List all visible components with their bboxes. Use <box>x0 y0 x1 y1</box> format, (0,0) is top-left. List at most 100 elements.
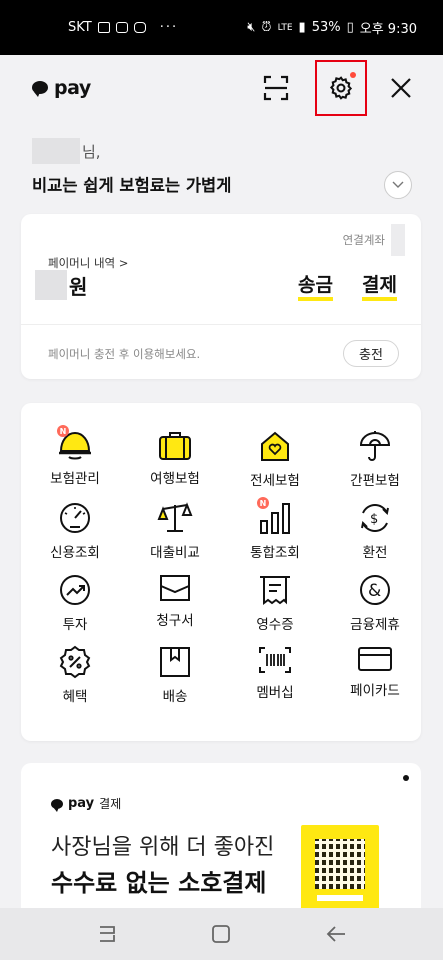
menu-item-loan-compare[interactable]: 대출비교 <box>125 475 225 561</box>
new-badge: N <box>257 497 269 509</box>
home-button[interactable] <box>201 914 241 954</box>
menu-item-credit-check[interactable]: 신용조회 <box>25 475 125 561</box>
kakaopay-logo: pay <box>32 77 91 99</box>
trend-up-icon <box>55 573 95 607</box>
qr-code-icon <box>315 839 365 889</box>
gear-icon <box>329 75 353 100</box>
instagram-icon <box>133 22 146 33</box>
discount-badge-icon <box>55 645 95 679</box>
card-icon <box>355 645 395 673</box>
expand-button[interactable] <box>384 171 412 199</box>
gauge-icon <box>55 501 95 535</box>
app-header: pay <box>0 55 443 120</box>
more-notifications-icon: ··· <box>159 20 179 35</box>
pay-money-history-link[interactable]: 페이머니 내역 > <box>48 255 128 271</box>
menu-item-insurance-management[interactable]: N 보험관리 <box>25 403 125 487</box>
menu-item-invest[interactable]: 투자 <box>25 547 125 633</box>
umbrella-icon <box>355 429 395 463</box>
speech-bubble-icon <box>32 81 48 97</box>
promo-title: 수수료 없는 소호결제 <box>51 869 267 897</box>
menu-item-jeonse-insurance[interactable]: 전세보험 <box>225 403 325 489</box>
app-icon <box>115 22 128 33</box>
helmet-icon: N <box>55 425 95 461</box>
recent-apps-icon <box>100 926 116 942</box>
settings-button[interactable] <box>315 59 367 116</box>
carrier-label: SKT <box>68 20 92 35</box>
menu-label: 멤버십 <box>256 685 294 701</box>
recent-apps-button[interactable] <box>87 914 127 954</box>
redacted-balance <box>35 270 67 300</box>
menu-item-travel-insurance[interactable]: 여행보험 <box>125 403 225 487</box>
suitcase-icon <box>155 429 195 461</box>
logo-text: pay <box>54 76 91 99</box>
menu-item-benefits[interactable]: 혜택 <box>25 619 125 705</box>
close-icon <box>391 77 411 98</box>
service-menu-card: N 보험관리 여행보험 전세보험 간편보험 신용조회 대출비교 N 통합조회 $… <box>21 403 421 741</box>
back-arrow-icon <box>326 926 345 942</box>
currency-exchange-icon: $ <box>355 501 395 535</box>
menu-item-integrated-view[interactable]: N 통합조회 <box>225 475 325 561</box>
menu-item-currency-exchange[interactable]: $ 환전 <box>325 475 425 561</box>
promo-subtitle: 사장님을 위해 더 좋아진 <box>51 835 275 860</box>
promo-brand: pay 결제 <box>51 795 121 812</box>
chevron-down-icon <box>392 181 404 188</box>
redacted-user-name <box>32 138 80 164</box>
qr-stand-image <box>301 825 379 915</box>
menu-item-bills[interactable]: 청구서 <box>125 547 225 629</box>
box-icon <box>155 645 195 679</box>
svg-text:&: & <box>368 581 381 601</box>
signal-icon: ▮ <box>298 20 306 35</box>
balance: 원 <box>35 270 87 300</box>
scan-button[interactable] <box>251 65 301 111</box>
redacted-account <box>391 224 405 256</box>
greeting-title: 비교는 쉽게 보험료는 가볍게 <box>32 176 232 195</box>
send-button[interactable]: 송금 <box>298 276 333 301</box>
status-bar: SKT ··· 🔇︎ ⏰︎ LTE ▮ 53% ▯ 오후 9:30 <box>0 0 443 55</box>
speech-bubble-icon <box>51 798 63 812</box>
pay-money-card: 연결계좌 페이머니 내역 > 원 송금 결제 페이머니 충전 후 이용해보세요.… <box>21 214 421 379</box>
back-button[interactable] <box>316 914 356 954</box>
menu-item-financial-partners[interactable]: & 금융제휴 <box>325 547 425 633</box>
pay-button[interactable]: 결제 <box>362 276 397 301</box>
currency-unit: 원 <box>69 274 88 299</box>
alarm-icon: ⏰︎ <box>261 20 272 35</box>
menu-label: 페이카드 <box>350 683 400 699</box>
house-heart-icon <box>255 429 295 463</box>
ampersand-icon: & <box>355 573 395 607</box>
greeting-suffix: 님, <box>82 142 101 161</box>
linked-account-label[interactable]: 연결계좌 <box>343 232 385 248</box>
promo-brand-sub: 결제 <box>99 797 122 811</box>
qr-caption-strip <box>317 895 363 901</box>
envelope-icon <box>155 573 195 603</box>
promo-brand-name: pay <box>68 796 95 811</box>
scan-icon <box>263 75 289 100</box>
menu-item-simple-insurance[interactable]: 간편보험 <box>325 403 425 489</box>
menu-item-membership[interactable]: 멤버십 <box>225 619 325 701</box>
mute-icon: 🔇︎ <box>247 20 256 35</box>
receipt-icon <box>255 573 295 607</box>
lte-label: LTE <box>277 22 293 33</box>
gallery-icon <box>97 22 110 33</box>
new-badge: N <box>57 425 69 437</box>
close-button[interactable] <box>381 65 421 111</box>
clock: 오후 9:30 <box>359 22 417 37</box>
menu-item-pay-card[interactable]: 페이카드 <box>325 619 425 699</box>
charge-button[interactable]: 충전 <box>343 340 399 367</box>
promo-banner[interactable]: pay 결제 사장님을 위해 더 좋아진 수수료 없는 소호결제 <box>21 763 421 915</box>
menu-label: 혜택 <box>62 689 88 705</box>
menu-item-delivery[interactable]: 배송 <box>125 619 225 705</box>
barcode-icon <box>255 645 295 675</box>
menu-item-receipts[interactable]: 영수증 <box>225 547 325 633</box>
notification-dot <box>350 71 356 78</box>
battery-percent: 53% <box>311 20 341 35</box>
greeting-section: 님, 비교는 쉽게 보험료는 가볍게 <box>32 138 412 199</box>
system-nav-bar <box>0 908 443 960</box>
carousel-indicator <box>403 775 409 781</box>
menu-label: 배송 <box>162 689 188 705</box>
bar-chart-icon: N <box>255 497 295 535</box>
home-icon <box>212 925 231 943</box>
battery-icon: ▯ <box>346 20 354 35</box>
charge-hint: 페이머니 충전 후 이용해보세요. <box>48 347 201 361</box>
divider <box>21 324 421 325</box>
svg-text:$: $ <box>370 512 378 527</box>
